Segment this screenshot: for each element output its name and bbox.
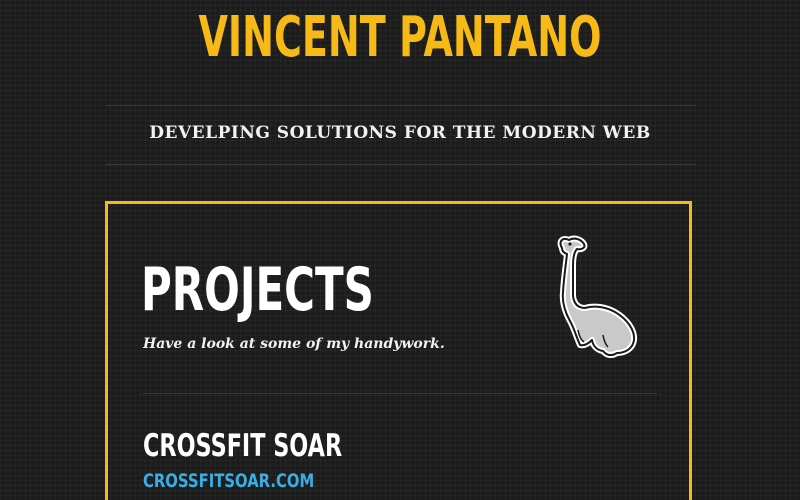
dinosaur-icon — [557, 235, 638, 359]
site-tagline: DEVELPING SOLUTIONS FOR THE MODERN WEB — [149, 123, 651, 143]
project-link[interactable]: CROSSFITSOAR.COM — [143, 469, 314, 493]
site-title: VINCENT PANTANO — [198, 5, 602, 70]
header-divider-top — [106, 105, 696, 106]
projects-subheading: Have a look at some of my handywork. — [143, 336, 445, 352]
projects-divider — [143, 393, 657, 394]
projects-heading: PROJECTS — [141, 255, 374, 325]
project-title: CROSSFIT SOAR — [143, 428, 343, 464]
header-divider-bottom — [106, 164, 696, 165]
